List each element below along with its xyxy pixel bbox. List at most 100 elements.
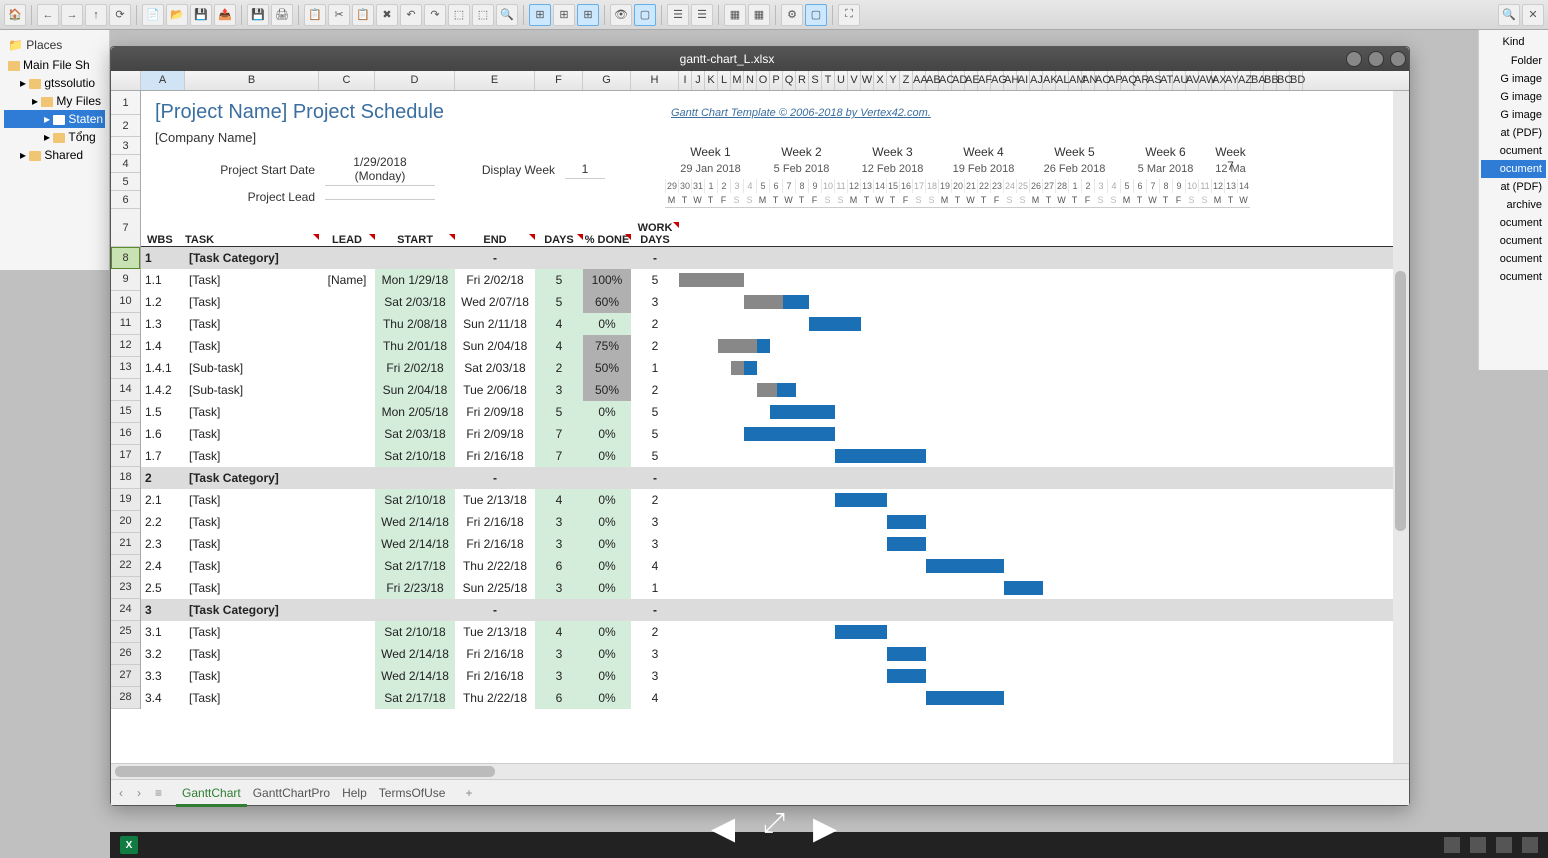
gantt-bar[interactable] xyxy=(926,691,1004,705)
align2-icon[interactable]: ☰ xyxy=(691,4,713,26)
next-arrow-icon[interactable]: ► xyxy=(805,807,845,852)
new-doc-icon[interactable]: 📄 xyxy=(142,4,164,26)
export-icon[interactable]: 📤 xyxy=(214,4,236,26)
col-header[interactable]: AI xyxy=(1017,71,1030,90)
task-row[interactable]: 3.3[Task]Wed 2/14/18Fri 2/16/1830%3 xyxy=(141,665,1409,687)
task-row[interactable]: 3.1[Task]Sat 2/10/18Tue 2/13/1840%2 xyxy=(141,621,1409,643)
gantt-bar[interactable] xyxy=(770,405,835,419)
row-number[interactable]: 19 xyxy=(111,489,140,511)
undo-icon[interactable]: ↶ xyxy=(400,4,422,26)
home-icon[interactable]: 🏠 xyxy=(4,4,26,26)
col-header[interactable]: X xyxy=(874,71,887,90)
tree-item[interactable]: ▸ gtssolutio xyxy=(4,74,105,92)
col-header[interactable]: AH xyxy=(1004,71,1017,90)
template-credit[interactable]: Gantt Chart Template © 2006-2018 by Vert… xyxy=(671,107,931,119)
task-row[interactable]: 2.1[Task]Sat 2/10/18Tue 2/13/1840%2 xyxy=(141,489,1409,511)
row-number[interactable]: 14 xyxy=(111,379,140,401)
gantt-bar[interactable] xyxy=(887,537,926,551)
col-header[interactable]: AF xyxy=(978,71,991,90)
task-row[interactable]: 2.4[Task]Sat 2/17/18Thu 2/22/1860%4 xyxy=(141,555,1409,577)
row-number[interactable]: 9 xyxy=(111,269,140,291)
close-button[interactable] xyxy=(1390,51,1406,67)
col-header[interactable]: Y xyxy=(887,71,900,90)
save2-icon[interactable]: 💾 xyxy=(247,4,269,26)
task-row[interactable]: 1.4.1[Sub-task]Fri 2/02/18Sat 2/03/18250… xyxy=(141,357,1409,379)
prev-arrow-icon[interactable]: ◄ xyxy=(703,807,743,852)
col-header[interactable]: AL xyxy=(1056,71,1069,90)
paste-icon[interactable]: 📋 xyxy=(352,4,374,26)
save-icon[interactable]: 💾 xyxy=(190,4,212,26)
grid3-icon[interactable]: ⊞ xyxy=(577,4,599,26)
category-row[interactable]: 1[Task Category]-- xyxy=(141,247,1409,269)
expand-icon[interactable]: ⤢ xyxy=(763,807,785,852)
gantt-bar[interactable] xyxy=(757,383,796,397)
up-icon[interactable]: ↑ xyxy=(85,4,107,26)
col-header[interactable]: A xyxy=(141,71,185,90)
col-header[interactable]: AU xyxy=(1173,71,1186,90)
row-number[interactable]: 5 xyxy=(111,173,140,191)
gear-icon[interactable]: ⚙ xyxy=(781,4,803,26)
row-number[interactable]: 3 xyxy=(111,137,140,155)
gantt-bar[interactable] xyxy=(744,295,809,309)
copy-icon[interactable]: 📋 xyxy=(304,4,326,26)
tab-add-icon[interactable]: + xyxy=(465,786,472,800)
gantt-bar[interactable] xyxy=(887,515,926,529)
row-number[interactable]: 2 xyxy=(111,115,140,137)
gantt-bar[interactable] xyxy=(887,669,926,683)
start-date-value[interactable]: 1/29/2018 (Monday) xyxy=(325,153,435,186)
align1-icon[interactable]: ☰ xyxy=(667,4,689,26)
row-number[interactable]: 6 xyxy=(111,191,140,209)
window-titlebar[interactable]: gantt-chart_L.xlsx xyxy=(111,47,1409,71)
tab-list-icon[interactable]: ≡ xyxy=(155,786,162,800)
category-row[interactable]: 3[Task Category]-- xyxy=(141,599,1409,621)
statusbar-icon-1[interactable] xyxy=(1444,837,1460,853)
col-header[interactable]: N xyxy=(744,71,757,90)
horizontal-scrollbar[interactable] xyxy=(111,763,1409,779)
col-header[interactable]: P xyxy=(770,71,783,90)
fullscreen-icon[interactable]: ⛶ xyxy=(838,4,860,26)
tab-next-icon[interactable]: › xyxy=(137,786,141,800)
info-icon[interactable]: ▢ xyxy=(805,4,827,26)
col-header[interactable]: B xyxy=(185,71,319,90)
delete-icon[interactable]: ✖ xyxy=(376,4,398,26)
col-header[interactable]: AK xyxy=(1043,71,1056,90)
col-header[interactable]: BC xyxy=(1277,71,1290,90)
marquee-icon[interactable]: ⬚ xyxy=(472,4,494,26)
row-number[interactable]: 18 xyxy=(111,467,140,489)
col-header[interactable]: G xyxy=(583,71,631,90)
gantt-bar[interactable] xyxy=(679,273,744,287)
chart-icon[interactable]: ▦ xyxy=(748,4,770,26)
col-header[interactable]: AD xyxy=(952,71,965,90)
row-number[interactable]: 12 xyxy=(111,335,140,357)
row-number[interactable]: 1 xyxy=(111,91,140,115)
row-number[interactable]: 26 xyxy=(111,643,140,665)
col-header[interactable]: Q xyxy=(783,71,796,90)
statusbar-icon-3[interactable] xyxy=(1496,837,1512,853)
task-row[interactable]: 2.2[Task]Wed 2/14/18Fri 2/16/1830%3 xyxy=(141,511,1409,533)
kind-item[interactable]: ocument xyxy=(1481,250,1546,268)
sheet-tab[interactable]: Help xyxy=(336,782,373,804)
row-number[interactable]: 16 xyxy=(111,423,140,445)
sheet-tab[interactable]: TermsOfUse xyxy=(373,782,452,804)
kind-item[interactable]: Folder xyxy=(1481,52,1546,70)
col-header[interactable]: AZ xyxy=(1238,71,1251,90)
kind-item[interactable]: ocument xyxy=(1481,268,1546,286)
task-row[interactable]: 2.5[Task]Fri 2/23/18Sun 2/25/1830%1 xyxy=(141,577,1409,599)
grid2-icon[interactable]: ⊞ xyxy=(553,4,575,26)
sheet-tab[interactable]: GanttChart xyxy=(176,782,247,807)
col-header[interactable]: R xyxy=(796,71,809,90)
row-number[interactable]: 13 xyxy=(111,357,140,379)
kind-item[interactable]: ocument xyxy=(1481,142,1546,160)
gantt-bar[interactable] xyxy=(809,317,861,331)
row-number[interactable]: 11 xyxy=(111,313,140,335)
kind-item[interactable]: at (PDF) xyxy=(1481,124,1546,142)
select-all-corner[interactable] xyxy=(111,71,141,90)
task-row[interactable]: 1.1[Task][Name]Mon 1/29/18Fri 2/02/18510… xyxy=(141,269,1409,291)
task-row[interactable]: 3.2[Task]Wed 2/14/18Fri 2/16/1830%3 xyxy=(141,643,1409,665)
grid-area[interactable]: 1234567891011121314151617181920212223242… xyxy=(111,91,1409,763)
row-number[interactable]: 28 xyxy=(111,687,140,709)
task-row[interactable]: 1.4[Task]Thu 2/01/18Sun 2/04/18475%2 xyxy=(141,335,1409,357)
minimize-button[interactable] xyxy=(1346,51,1362,67)
col-header[interactable]: AT xyxy=(1160,71,1173,90)
col-header[interactable]: I xyxy=(679,71,692,90)
